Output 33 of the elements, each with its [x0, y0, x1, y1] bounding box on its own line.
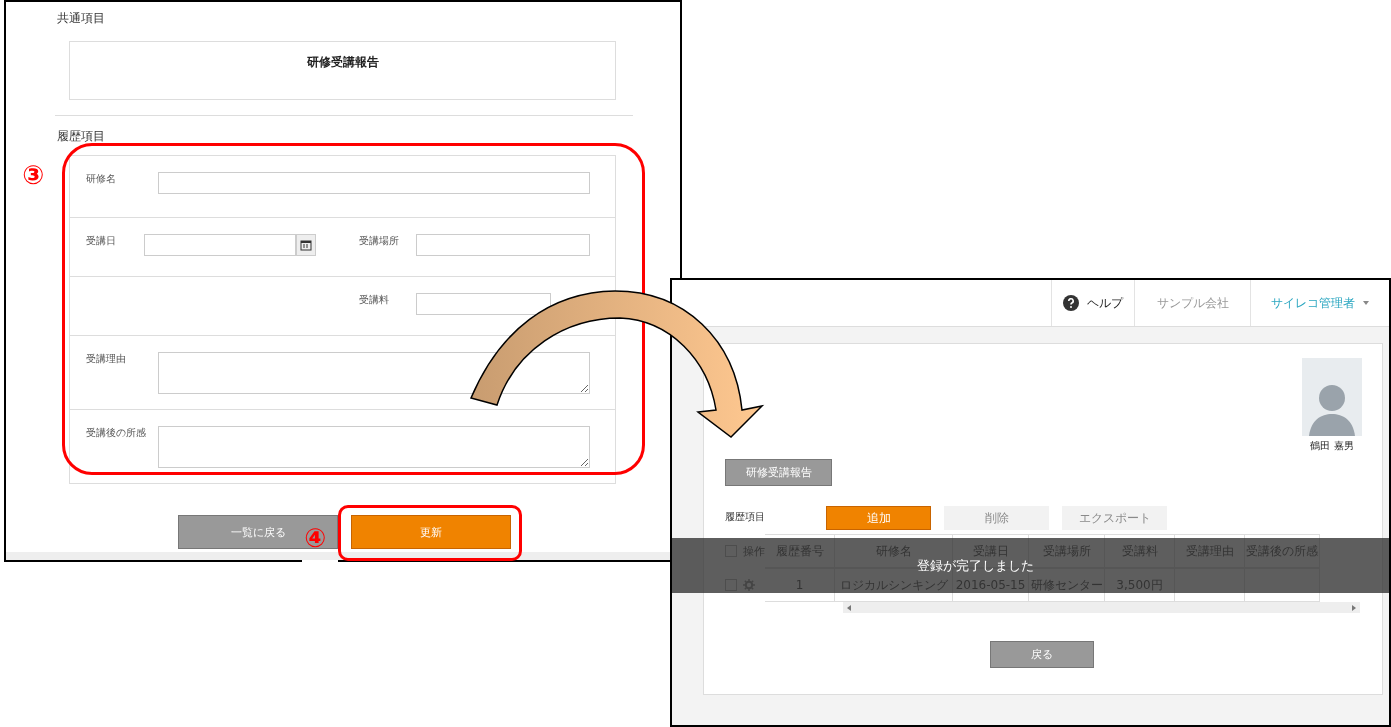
- calendar-icon: [300, 239, 312, 251]
- section-heading: 履歴項目: [57, 128, 106, 145]
- date-input[interactable]: [144, 234, 296, 256]
- field-label: 受講日: [86, 234, 117, 248]
- left-arrow-icon[interactable]: [847, 604, 851, 611]
- back-button[interactable]: 戻る: [990, 641, 1094, 668]
- field-label: 受講後の所感: [86, 426, 147, 440]
- textarea-field[interactable]: [158, 426, 590, 468]
- update-button[interactable]: 更新: [351, 515, 511, 549]
- step-number: ④: [304, 525, 326, 551]
- help-link[interactable]: ヘルプ: [1087, 294, 1123, 312]
- text-input[interactable]: [416, 293, 551, 315]
- text-input[interactable]: [416, 234, 590, 256]
- text-input[interactable]: [158, 172, 590, 194]
- caret-icon: [1363, 301, 1369, 305]
- field-label: 受講料: [359, 293, 390, 307]
- user-menu[interactable]: サイレコ管理者: [1271, 294, 1355, 312]
- form-title: 研修受講報告: [306, 54, 379, 71]
- field-label: 受講理由: [86, 352, 127, 366]
- help-icon[interactable]: [1063, 295, 1079, 311]
- calendar-button[interactable]: [296, 234, 316, 256]
- textarea-field[interactable]: [158, 352, 590, 394]
- employee-name: 鶴田 嘉男: [1310, 439, 1354, 453]
- report-button[interactable]: 研修受講報告: [725, 459, 832, 486]
- action-button[interactable]: 追加: [826, 506, 931, 530]
- company-name: サンプル会社: [1156, 294, 1229, 312]
- field-label: 受講場所: [359, 234, 400, 248]
- horizontal-scrollbar[interactable]: [843, 602, 1360, 613]
- right-arrow-icon[interactable]: [1352, 604, 1356, 611]
- step-number: ③: [22, 162, 44, 188]
- field-label: 研修名: [86, 172, 117, 186]
- section-heading: 履歴項目: [725, 510, 766, 524]
- section-heading: 共通項目: [57, 10, 106, 27]
